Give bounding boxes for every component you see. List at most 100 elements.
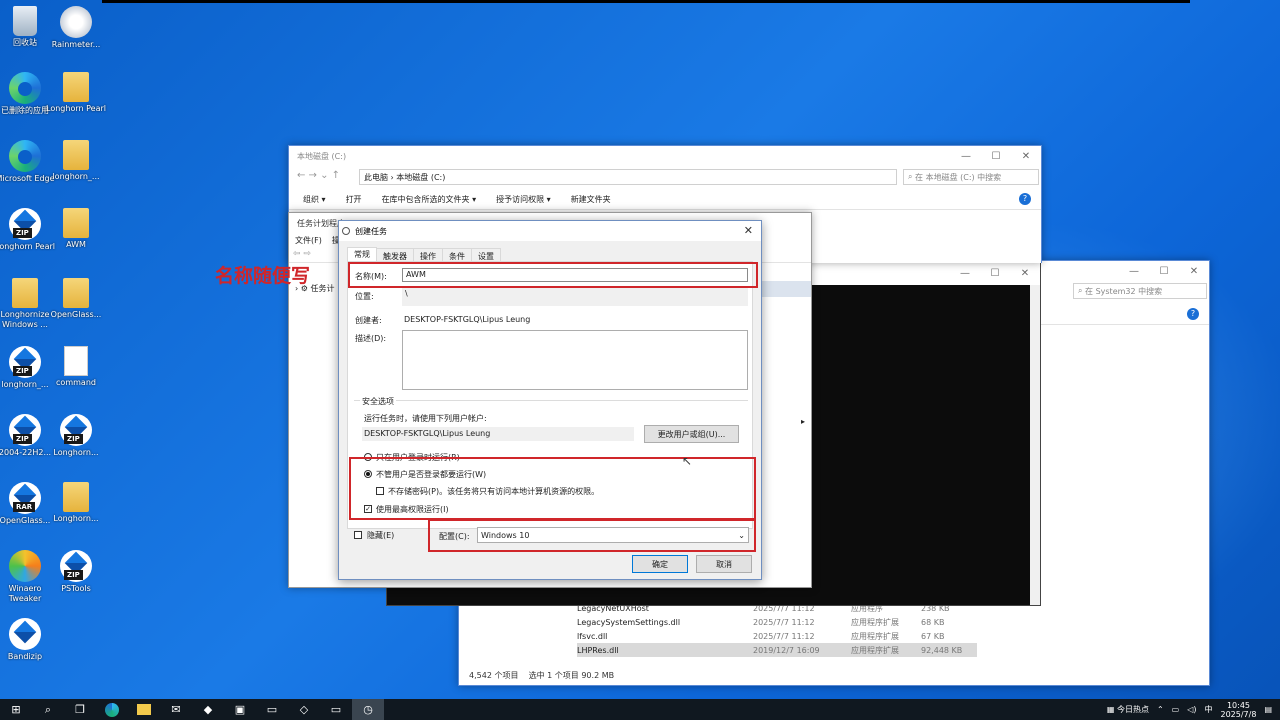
explorer-taskbar-icon[interactable] xyxy=(128,699,160,720)
change-user-button[interactable]: 更改用户或组(U)... xyxy=(644,425,739,443)
chevron-right-icon[interactable]: ▸ xyxy=(801,417,805,426)
annotation-text: 名称随便写 xyxy=(215,265,311,287)
minimize-icon[interactable]: — xyxy=(951,146,981,166)
search-icon[interactable]: ⌕ xyxy=(32,699,64,720)
author-label: 创建者: xyxy=(355,316,382,325)
maximize-icon[interactable]: ☐ xyxy=(980,263,1010,283)
actions-pane-header xyxy=(759,281,811,297)
run-as-prompt: 运行任务时，请使用下列用户帐户: xyxy=(364,414,487,423)
window-controls: — ☐ ✕ xyxy=(1119,261,1209,281)
mouse-cursor-icon: ↖ xyxy=(682,454,693,468)
list-item[interactable]: LegacySystemSettings.dll 2025/7/7 11:12 应用… xyxy=(577,615,977,629)
run-as-user: DESKTOP-FSKTGLQ\Lipus Leung xyxy=(362,427,634,441)
maximize-icon[interactable]: ☐ xyxy=(981,146,1011,166)
folder-icon xyxy=(63,72,89,102)
desktop-icon-longhorn-pearl[interactable]: Longhorn Pearl xyxy=(45,72,107,114)
desktop-icon-longhorn-zip2[interactable]: Longhorn... xyxy=(45,414,107,458)
address-bar[interactable]: 此电脑 › 本地磁盘 (C:) xyxy=(359,169,897,185)
close-icon[interactable]: ✕ xyxy=(1010,263,1040,283)
annotation-box-name xyxy=(348,262,758,288)
bandizip-icon xyxy=(9,618,41,650)
ime-indicator[interactable]: 中 xyxy=(1205,704,1213,715)
explorer-ribbon: 组织 ▾ 打开 在库中包含所选的文件夹 ▾ 授予访问权限 ▾ 新建文件夹 ? xyxy=(289,190,1041,210)
start-icon[interactable]: ⊞ xyxy=(0,699,32,720)
status-bar: 4,542 个项目 选中 1 个项目 90.2 MB xyxy=(469,671,615,680)
description-label: 描述(D): xyxy=(355,334,387,343)
window-controls: — ☐ ✕ xyxy=(951,146,1041,166)
zip-icon xyxy=(9,414,41,446)
description-textarea[interactable] xyxy=(402,330,748,390)
app2-taskbar-icon[interactable]: ◇ xyxy=(288,699,320,720)
dialog-titlebar: 创建任务 xyxy=(339,221,761,241)
console-scrollbar[interactable] xyxy=(1030,285,1040,605)
top-black-strip xyxy=(102,0,1190,3)
hidden-label: 隐藏(E) xyxy=(367,531,395,540)
chevron-up-icon[interactable]: ⌃ xyxy=(1157,705,1164,714)
desktop-icon-bandizip[interactable]: Bandizip xyxy=(0,618,56,662)
menu-file[interactable]: 文件(F) xyxy=(295,235,322,246)
desktop-icon-longhorn-folder[interactable]: longhorn_... xyxy=(45,140,107,182)
zip-icon xyxy=(60,550,92,582)
new-folder-button[interactable]: 新建文件夹 xyxy=(571,194,611,205)
desktop-icon-openglass-folder[interactable]: OpenGlass... xyxy=(45,278,107,320)
share-with-button[interactable]: 授予访问权限 ▾ xyxy=(496,194,551,205)
close-icon[interactable]: ✕ xyxy=(1011,146,1041,166)
location-value: \ xyxy=(402,288,748,306)
list-item-selected[interactable]: LHPRes.dll 2019/12/7 16:09 应用程序扩展 92,448 KB xyxy=(577,643,977,657)
edge-icon xyxy=(9,72,41,104)
annotation-box-config xyxy=(428,519,756,552)
bandizip-taskbar-icon[interactable]: ◆ xyxy=(192,699,224,720)
notification-icon[interactable]: ▤ xyxy=(1264,705,1272,714)
minimize-icon[interactable]: — xyxy=(950,263,980,283)
annotation-box-security xyxy=(349,457,756,520)
task-scheduler-taskbar-icon[interactable]: ◷ xyxy=(352,699,384,720)
desktop-icon-rainmeter[interactable]: Rainmeter... xyxy=(45,6,107,50)
network-icon[interactable]: ▭ xyxy=(1172,705,1180,714)
nav-arrows[interactable]: ← → ⌄ ↑ xyxy=(297,170,340,181)
folder-icon xyxy=(63,278,89,308)
system-tray: ▦ 今日热点 ⌃ ▭ ◁) 中 10:45 2025/7/8 ▤ xyxy=(1107,699,1280,720)
zip-icon xyxy=(9,346,41,378)
edge-taskbar-icon[interactable] xyxy=(96,699,128,720)
winaero-icon xyxy=(9,550,41,582)
hidden-checkbox[interactable] xyxy=(354,531,362,539)
folder-icon xyxy=(12,278,38,308)
help-icon[interactable]: ? xyxy=(1019,193,1031,205)
mail-taskbar-icon[interactable]: ✉ xyxy=(160,699,192,720)
recycle-bin-icon xyxy=(13,6,37,36)
task-view-icon[interactable]: ❐ xyxy=(64,699,96,720)
desktop-icon-longhorn-folder2[interactable]: Longhorn... xyxy=(45,482,107,524)
clock-icon xyxy=(342,227,350,235)
search-system32-input[interactable]: ⌕ 在 System32 中搜索 xyxy=(1073,283,1207,299)
edge-icon xyxy=(9,140,41,172)
clock[interactable]: 10:45 2025/7/8 xyxy=(1221,701,1257,719)
organize-button[interactable]: 组织 ▾ xyxy=(303,194,326,205)
volume-icon[interactable]: ◁) xyxy=(1187,705,1196,714)
close-icon[interactable]: ✕ xyxy=(744,224,753,237)
cancel-button[interactable]: 取消 xyxy=(696,555,752,573)
app-taskbar-icon[interactable]: ▣ xyxy=(224,699,256,720)
rar-icon xyxy=(9,482,41,514)
rainmeter-icon xyxy=(60,6,92,38)
location-label: 位置: xyxy=(355,292,374,301)
folder-icon xyxy=(63,140,89,170)
console-taskbar-icon[interactable]: ▭ xyxy=(256,699,288,720)
ok-button[interactable]: 确定 xyxy=(632,555,688,573)
author-value: DESKTOP-FSKTGLQ\Lipus Leung xyxy=(404,315,531,324)
news-widget[interactable]: ▦ 今日热点 xyxy=(1107,704,1149,715)
list-item[interactable]: lfsvc.dll 2025/7/7 11:12 应用程序扩展 67 KB xyxy=(577,629,977,643)
search-icon: ⌕ xyxy=(908,172,916,181)
search-c-input[interactable]: ⌕ 在 本地磁盘 (C:) 中搜索 xyxy=(903,169,1039,185)
taskbar: ⊞ ⌕ ❐ ✉ ◆ ▣ ▭ ◇ ▭ ◷ ▦ 今日热点 ⌃ ▭ ◁) 中 10:4… xyxy=(0,699,1280,720)
include-in-library-button[interactable]: 在库中包含所选的文件夹 ▾ xyxy=(382,194,477,205)
console2-taskbar-icon[interactable]: ▭ xyxy=(320,699,352,720)
desktop-icon-pstools[interactable]: PSTools xyxy=(45,550,107,594)
close-icon[interactable]: ✕ xyxy=(1179,261,1209,281)
help-icon[interactable]: ? xyxy=(1187,308,1199,320)
desktop-icon-command[interactable]: command xyxy=(45,346,107,388)
desktop-icon-awm[interactable]: AWM xyxy=(45,208,107,250)
open-button[interactable]: 打开 xyxy=(346,194,362,205)
minimize-icon[interactable]: — xyxy=(1119,261,1149,281)
folder-icon xyxy=(63,482,89,512)
maximize-icon[interactable]: ☐ xyxy=(1149,261,1179,281)
